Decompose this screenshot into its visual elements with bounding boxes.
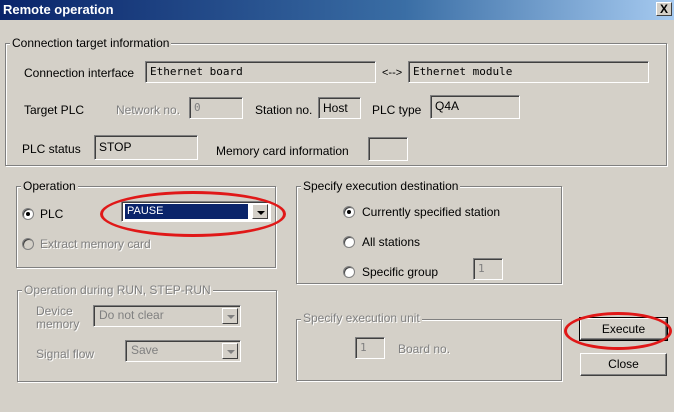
- chevron-down-icon[interactable]: [222, 343, 238, 359]
- plc-type-field: Q4A: [430, 95, 520, 119]
- currently-specified-station-label: Currently specified station: [362, 205, 501, 219]
- chevron-down-icon[interactable]: [252, 204, 268, 219]
- station-no-label: Station no.: [255, 103, 313, 117]
- connection-interface-field: Ethernet board: [145, 61, 376, 83]
- run-operation-legend: Operation during RUN, STEP-RUN: [22, 283, 213, 297]
- connection-interface-label: Connection interface: [24, 66, 135, 80]
- plc-status-field: STOP: [94, 135, 198, 160]
- network-no-label: Network no.: [116, 103, 181, 117]
- execute-button[interactable]: Execute: [579, 317, 668, 341]
- execution-destination-legend: Specify execution destination: [301, 179, 461, 193]
- connection-target-legend: Connection target information: [10, 36, 172, 50]
- plc-status-label: PLC status: [22, 142, 81, 156]
- board-no-label: Board no.: [398, 342, 451, 356]
- board-no-field: 1: [355, 337, 385, 359]
- target-plc-label: Target PLC: [24, 103, 85, 117]
- station-no-field: Host: [318, 97, 361, 119]
- close-icon: X: [659, 2, 668, 16]
- window-title-bar[interactable]: Remote operation: [0, 0, 674, 20]
- device-memory-label: Device memory: [36, 304, 80, 331]
- execution-unit-legend: Specify execution unit: [301, 311, 422, 325]
- close-window-button[interactable]: X: [656, 2, 672, 16]
- signal-flow-select-value: Save: [131, 343, 159, 357]
- connection-arrow: <-->: [382, 67, 403, 79]
- plc-type-label: PLC type: [372, 103, 422, 117]
- all-stations-label: All stations: [362, 235, 421, 249]
- signal-flow-select[interactable]: Save: [125, 340, 241, 362]
- signal-flow-label: Signal flow: [36, 347, 95, 361]
- plc-radio[interactable]: [22, 208, 34, 220]
- chevron-down-icon[interactable]: [222, 308, 238, 324]
- memory-card-info-label: Memory card information: [216, 144, 349, 158]
- operation-legend: Operation: [21, 179, 78, 193]
- plc-operation-select[interactable]: PAUSE: [121, 201, 271, 222]
- specific-group-radio[interactable]: [343, 266, 355, 278]
- close-button[interactable]: Close: [580, 353, 667, 376]
- extract-memory-card-label: Extract memory card: [40, 237, 151, 251]
- device-memory-select[interactable]: Do not clear: [93, 305, 241, 327]
- specific-group-label: Specific group: [362, 265, 439, 279]
- extract-memory-card-radio[interactable]: [22, 238, 34, 250]
- memory-card-info-field: [368, 137, 408, 161]
- plc-radio-label: PLC: [40, 207, 64, 221]
- plc-operation-select-value: PAUSE: [125, 204, 248, 219]
- device-memory-select-value: Do not clear: [99, 308, 164, 322]
- operation-group: [16, 186, 276, 268]
- all-stations-radio[interactable]: [343, 236, 355, 248]
- window-title: Remote operation: [3, 2, 114, 17]
- connection-module-field: Ethernet module: [408, 61, 649, 83]
- network-no-field: 0: [189, 97, 243, 119]
- specific-group-field[interactable]: 1: [473, 258, 503, 280]
- currently-specified-station-radio[interactable]: [343, 206, 355, 218]
